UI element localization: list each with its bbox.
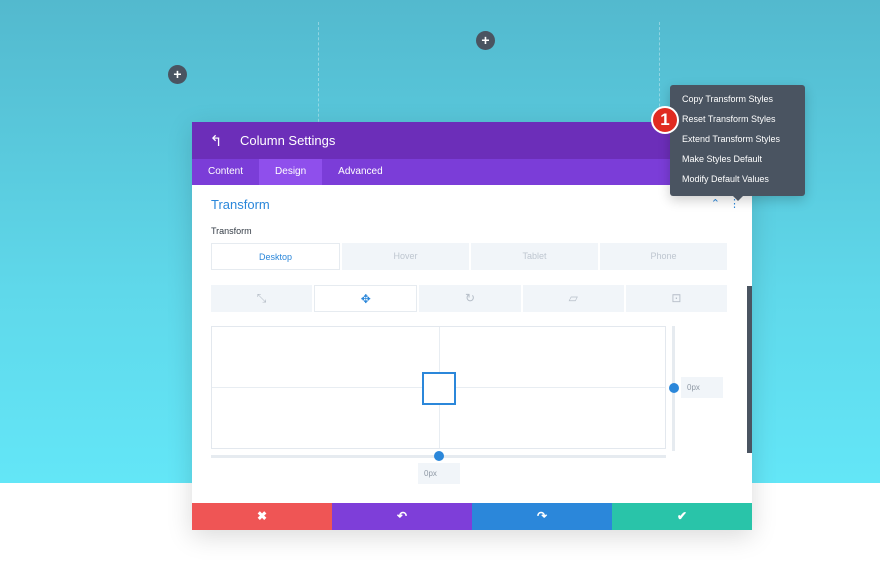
step-badge: 1 [651,106,679,134]
translate-icon[interactable]: ✥ [314,285,418,312]
collapse-icon[interactable]: ⌃ [711,198,720,210]
menu-item-reset-transform-styles[interactable]: Reset Transform Styles [670,109,805,129]
device-tab-tablet[interactable]: Tablet [471,243,598,270]
skew-icon[interactable]: ▱ [522,285,624,312]
menu-item-copy-transform-styles[interactable]: Copy Transform Styles [670,89,805,109]
device-tab-desktop[interactable]: Desktop [211,243,340,270]
menu-item-make-styles-default[interactable]: Make Styles Default [670,149,805,169]
scrollbar[interactable] [747,286,752,453]
tab-advanced[interactable]: Advanced [322,159,398,185]
modal-body: Transform ⌃ ⋮ Transform Desktop Hover Ta… [192,185,752,503]
tab-content[interactable]: Content [192,159,259,185]
back-arrow-icon[interactable]: ↰ [192,132,240,150]
options-context-menu: Copy Transform Styles Reset Transform St… [670,85,805,196]
device-tabs: Desktop Hover Tablet Phone [211,243,727,270]
transform-mode-tabs: ⤡ ✥ ↻ ▱ ⊡ [211,285,728,312]
add-row-button[interactable]: + [476,31,495,50]
modal-footer: ✖ ↶ ↷ ✔ [192,503,752,530]
settings-tabs: Content Design Advanced [192,159,752,185]
field-label: Transform [211,226,252,236]
device-tab-phone[interactable]: Phone [600,243,727,270]
origin-icon[interactable]: ⊡ [625,285,728,312]
translate-y-input[interactable]: 0px [681,377,723,398]
vertical-slider-handle[interactable] [669,383,679,393]
horizontal-slider-handle[interactable] [434,451,444,461]
device-tab-hover[interactable]: Hover [342,243,469,270]
redo-button[interactable]: ↷ [472,503,612,530]
preview-box[interactable] [422,372,456,405]
undo-button[interactable]: ↶ [332,503,472,530]
column-guide [318,22,319,132]
cancel-button[interactable]: ✖ [192,503,332,530]
section-title[interactable]: Transform [211,197,270,212]
save-button[interactable]: ✔ [612,503,752,530]
translate-x-input[interactable]: 0px [418,463,460,484]
column-settings-modal: ↰ Column Settings Content Design Advance… [192,122,752,530]
tab-design[interactable]: Design [259,159,323,185]
add-module-button[interactable]: + [168,65,187,84]
modal-title: Column Settings [240,133,336,148]
transform-preview [211,326,666,449]
menu-item-extend-transform-styles[interactable]: Extend Transform Styles [670,129,805,149]
scale-icon[interactable]: ⤡ [211,285,313,312]
rotate-icon[interactable]: ↻ [419,285,521,312]
menu-caret [733,196,743,201]
menu-item-modify-default-values[interactable]: Modify Default Values [670,169,805,189]
